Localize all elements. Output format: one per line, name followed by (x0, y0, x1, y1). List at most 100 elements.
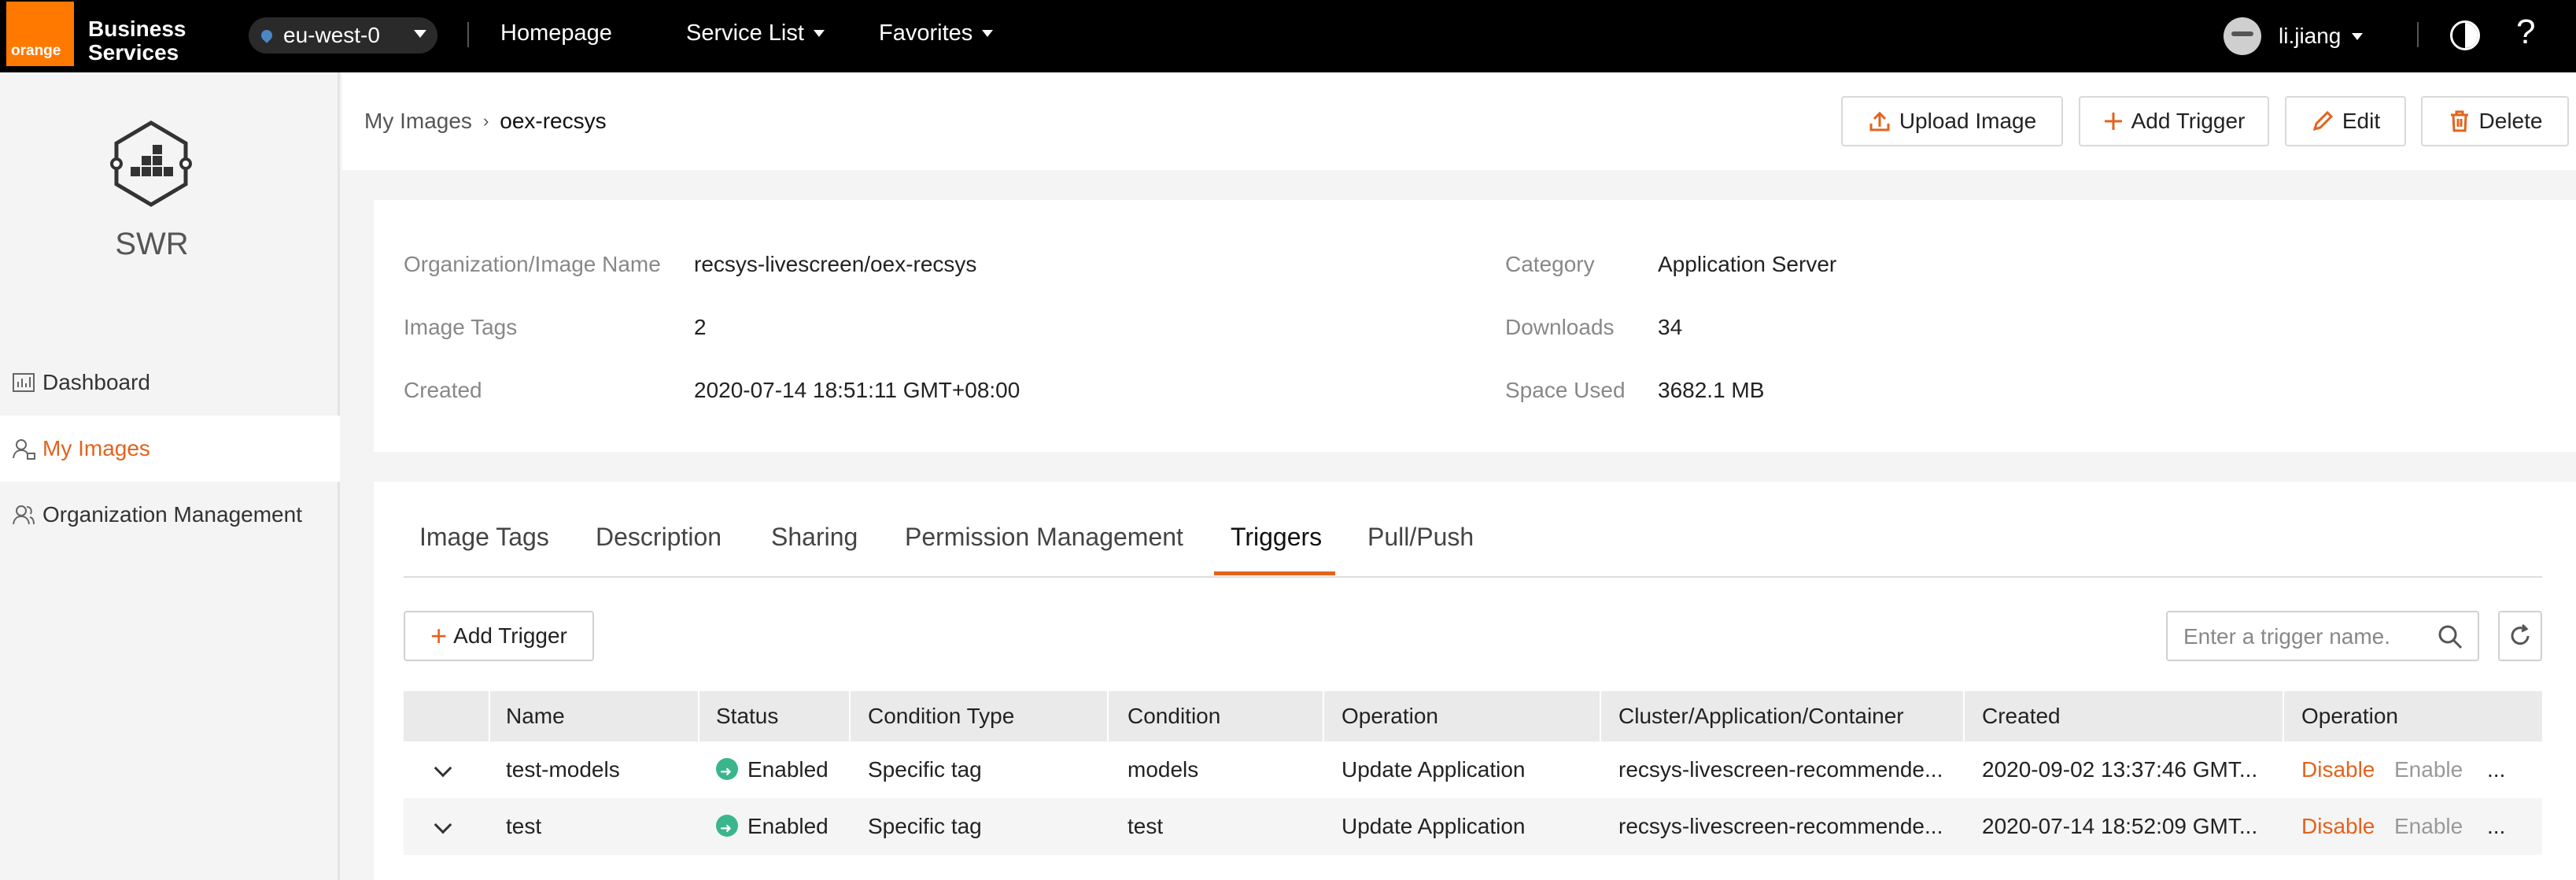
column-condition-type[interactable]: Condition Type (868, 691, 1014, 741)
tab-pull-push[interactable]: Pull/Push (1367, 523, 1474, 552)
enabled-status-icon (716, 800, 738, 855)
category-value: Application Server (1658, 252, 1837, 276)
breadcrumb-my-images[interactable]: My Images (364, 109, 472, 134)
chevron-down-icon (982, 30, 994, 37)
condition-type: Specific tag (868, 814, 982, 838)
more-icon[interactable]: ... (2487, 741, 2505, 798)
target: recsys-livescreen-recommende... (1618, 757, 1943, 782)
image-info-panel: Organization/Image Name recsys-livescree… (374, 200, 2576, 452)
brand-line-2: Services (88, 40, 179, 65)
space-used-value: 3682.1 MB (1658, 378, 1765, 402)
trigger-name: test-models (506, 757, 620, 782)
nav-homepage[interactable]: Homepage (500, 20, 612, 46)
tab-permission-management[interactable]: Permission Management (905, 523, 1183, 552)
column-operation[interactable]: Operation (1342, 691, 1438, 741)
divider (2417, 22, 2419, 47)
table-row[interactable]: test-models Enabled Specific tag models … (404, 741, 2542, 798)
expand-chevron-icon[interactable] (434, 815, 452, 834)
table-row[interactable]: test Enabled Specific tag test Update Ap… (404, 798, 2542, 855)
delete-button[interactable]: Delete (2421, 96, 2569, 146)
created-label: Created (404, 378, 482, 402)
enabled-status-icon (716, 743, 738, 798)
region-label: eu-west-0 (283, 23, 380, 47)
column-created[interactable]: Created (1982, 691, 2061, 741)
edit-label: Edit (2342, 109, 2381, 133)
trigger-search-input[interactable] (2182, 623, 2426, 650)
column-divider (1963, 691, 1965, 741)
top-navigation-bar: orange Business Services eu-west-0 Homep… (0, 0, 2576, 72)
dashboard-icon (13, 373, 35, 392)
enable-link[interactable]: Enable (2394, 741, 2463, 798)
created: 2020-09-02 13:37:46 GMT... (1982, 757, 2258, 782)
more-icon[interactable]: ... (2487, 798, 2505, 855)
edit-button[interactable]: Edit (2285, 96, 2406, 146)
theme-toggle-icon[interactable] (2450, 20, 2480, 50)
column-status[interactable]: Status (716, 691, 778, 741)
images-icon (13, 439, 35, 460)
active-tab-indicator (1214, 571, 1335, 575)
column-divider (849, 691, 851, 741)
column-divider (1107, 691, 1109, 741)
plus-icon (2104, 113, 2122, 130)
organization-icon (13, 505, 35, 525)
trigger-search-box (2166, 611, 2479, 661)
user-menu[interactable]: li.jiang (2224, 17, 2364, 55)
search-icon[interactable] (2437, 623, 2463, 650)
column-divider (1600, 691, 1601, 741)
nav-favorites[interactable]: Favorites (879, 20, 994, 46)
sidebar-item-my-images[interactable]: My Images (0, 416, 340, 482)
column-divider (489, 691, 490, 741)
tab-image-tags[interactable]: Image Tags (419, 523, 549, 552)
column-divider (1323, 691, 1324, 741)
status-label: Enabled (747, 757, 829, 782)
image-tags-value: 2 (694, 315, 707, 339)
disable-link[interactable]: Disable (2301, 741, 2375, 798)
image-tags-label: Image Tags (404, 315, 518, 339)
brand-line-1: Business (88, 17, 186, 41)
logo-text: orange (11, 43, 61, 59)
refresh-icon (2511, 623, 2530, 645)
column-divider (698, 691, 699, 741)
refresh-button[interactable] (2498, 611, 2542, 661)
column-divider (2283, 691, 2284, 741)
add-trigger-button[interactable]: Add Trigger (2079, 96, 2269, 146)
upload-image-button[interactable]: Upload Image (1841, 96, 2063, 146)
trigger-status: Enabled (716, 798, 846, 855)
column-condition[interactable]: Condition (1127, 691, 1220, 741)
column-name[interactable]: Name (506, 691, 565, 741)
tab-description[interactable]: Description (596, 523, 722, 552)
disable-link[interactable]: Disable (2301, 798, 2375, 855)
tab-triggers[interactable]: Triggers (1231, 523, 1322, 552)
sidebar-item-dashboard[interactable]: Dashboard (0, 349, 340, 416)
expand-chevron-icon[interactable] (434, 759, 452, 778)
sidebar: SWR Dashboard My Images Organization Man… (0, 72, 340, 880)
column-target[interactable]: Cluster/Application/Container (1618, 691, 1904, 741)
add-trigger-table-button[interactable]: + Add Trigger (404, 611, 594, 661)
nav-service-list[interactable]: Service List (686, 20, 825, 46)
help-icon[interactable]: ? (2516, 13, 2535, 52)
tab-sharing[interactable]: Sharing (771, 523, 858, 552)
orange-logo[interactable]: orange (6, 2, 74, 66)
enable-link[interactable]: Enable (2394, 798, 2463, 855)
avatar (2224, 17, 2261, 55)
status-label: Enabled (747, 814, 829, 838)
brand-name: Business Services (88, 17, 186, 65)
created-value: 2020-07-14 18:51:11 GMT+08:00 (694, 378, 1020, 402)
chevron-right-icon: › (482, 111, 489, 131)
sidebar-item-label: Organization Management (42, 502, 302, 527)
breadcrumb: My Images › oex-recsys (364, 109, 607, 134)
sidebar-item-organization-management[interactable]: Organization Management (0, 482, 340, 548)
sidebar-item-label: My Images (42, 436, 150, 460)
region-selector[interactable]: eu-west-0 (249, 17, 437, 54)
chevron-down-icon (813, 30, 825, 37)
trigger-name: test (506, 814, 542, 838)
tabs-divider (404, 576, 2542, 578)
sidebar-item-label: Dashboard (42, 370, 150, 394)
trash-icon (2450, 110, 2468, 132)
trigger-status: Enabled (716, 741, 846, 798)
condition: test (1127, 814, 1164, 838)
delete-label: Delete (2478, 109, 2543, 133)
nav-service-list-label: Service List (686, 20, 804, 46)
org-image-name-value: recsys-livescreen/oex-recsys (694, 252, 977, 276)
operation: Update Application (1342, 757, 1526, 782)
